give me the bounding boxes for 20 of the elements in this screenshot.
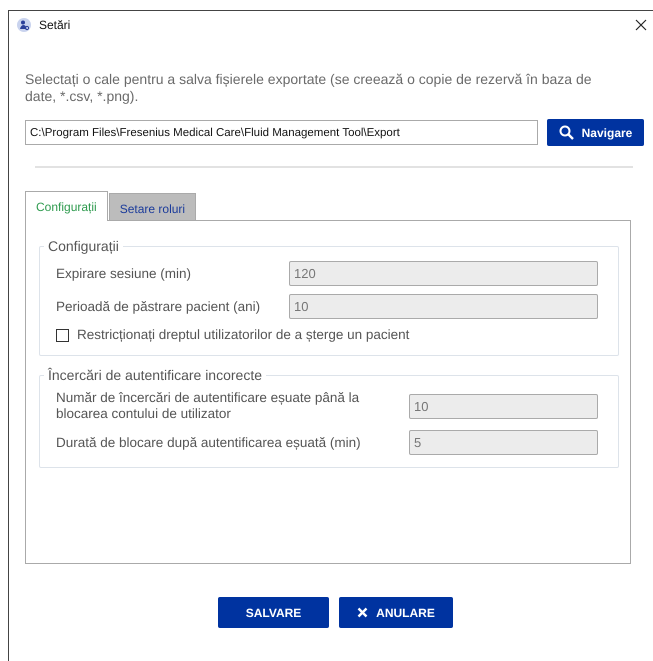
path-field[interactable]: C:\Program Files\Fresenius Medical Care\Fluid Management Tool\Export (25, 120, 538, 145)
group-title: Încercări de autentificare incorecte (46, 368, 263, 382)
tab[interactable]: Setare roluri (108, 193, 196, 220)
field-label: Perioadă de păstrare pacient (ani) (56, 298, 262, 314)
field-label: Număr de încercări de autentificare eșuate până la blocarea contului de utilizator (56, 390, 360, 422)
group-title: Configurații (47, 239, 120, 253)
search-icon (558, 125, 574, 140)
checkbox-label: Restricționați dreptul utilizatorilor de a șterge un pacient (77, 327, 410, 343)
close-button[interactable] (635, 19, 647, 31)
window-title: Setări (39, 17, 72, 34)
app-icon (17, 18, 31, 32)
field-label: Expirare sesiune (min) (56, 266, 192, 282)
field-label: Durată de blocare după autentificarea eșuată (min) (56, 434, 362, 450)
tab[interactable]: Configurații (25, 191, 108, 221)
instruction-text: Selectați o cale pentru a salva fișierele exportate (se creează o copie de rezervă în baza de date, *.csv, *.png). (25, 70, 593, 105)
checkbox[interactable] (56, 328, 69, 342)
save-button[interactable]: SALVARE (218, 597, 329, 628)
close-icon (357, 607, 368, 618)
cancel-button[interactable]: ANULARE (339, 597, 453, 628)
browse-button[interactable]: Navigare (547, 119, 644, 146)
